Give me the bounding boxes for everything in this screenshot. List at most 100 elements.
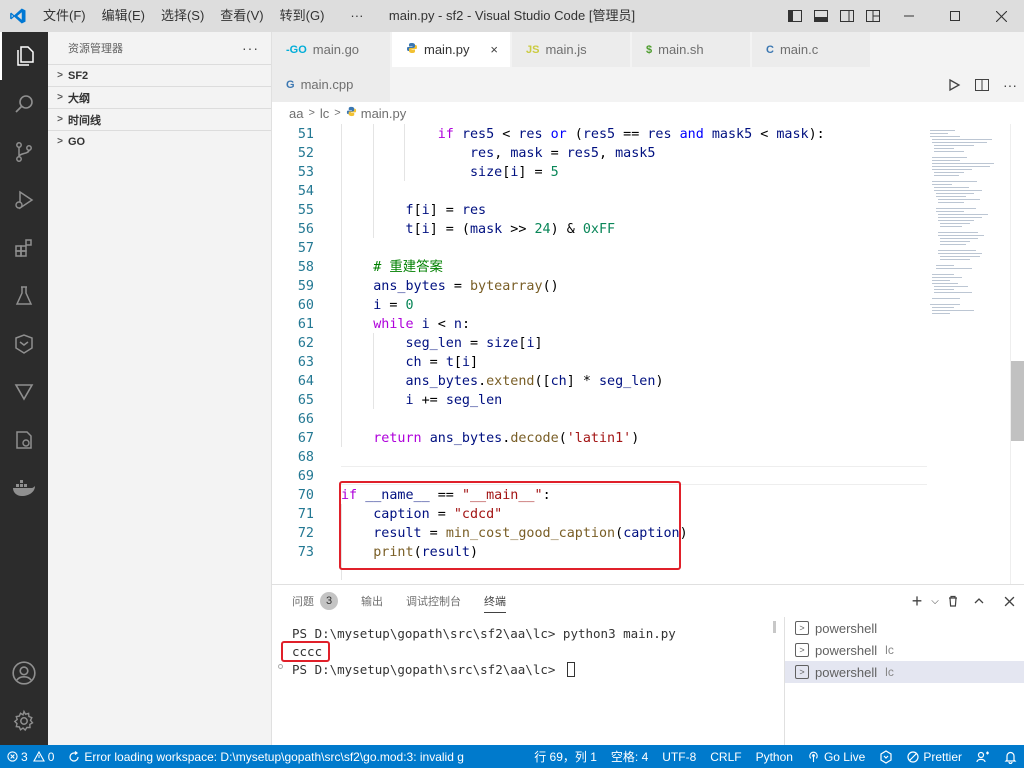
encoding-status[interactable]: UTF-8 bbox=[655, 745, 703, 768]
chevron-right-icon: > bbox=[334, 107, 341, 119]
code-line: 73 print(result) bbox=[272, 543, 927, 562]
sidebar-title: 资源管理器 bbox=[68, 43, 123, 55]
minimap-line bbox=[934, 289, 954, 290]
editor-scrollbar[interactable] bbox=[1010, 124, 1024, 584]
terminal-item[interactable]: > powershell lc bbox=[785, 639, 1024, 661]
more-actions-icon[interactable]: ··· bbox=[996, 67, 1024, 102]
problems-status[interactable]: 3 0 bbox=[0, 745, 61, 768]
testing-icon[interactable] bbox=[0, 272, 48, 320]
prettier-status[interactable]: Prettier bbox=[900, 745, 969, 768]
indentation-status[interactable]: 空格: 4 bbox=[604, 745, 655, 768]
menu-item[interactable]: 选择(S) bbox=[153, 0, 212, 32]
code-line: 65 i += seg_len bbox=[272, 391, 927, 410]
cursor-position-status[interactable]: 行 69，列 1 bbox=[527, 745, 604, 768]
toggle-panel-icon[interactable] bbox=[808, 0, 834, 32]
close-window-button[interactable] bbox=[978, 0, 1024, 32]
section-timeline[interactable]: > 时间线 bbox=[48, 108, 271, 130]
toggle-secondary-sidebar-icon[interactable] bbox=[834, 0, 860, 32]
run-file-icon[interactable] bbox=[940, 67, 968, 102]
accounts-feedback-icon[interactable] bbox=[969, 745, 997, 768]
remote-container-icon[interactable] bbox=[0, 416, 48, 464]
run-debug-icon[interactable] bbox=[0, 176, 48, 224]
menu-item[interactable]: ··· bbox=[342, 0, 371, 32]
breadcrumb-item[interactable]: lc bbox=[320, 106, 329, 121]
go-live-status[interactable]: Go Live bbox=[800, 745, 872, 768]
minimap-line bbox=[938, 250, 976, 251]
minimap-line bbox=[940, 241, 970, 242]
c-file-icon: C bbox=[766, 43, 774, 56]
terminal-item[interactable]: > powershell bbox=[785, 617, 1024, 639]
chevron-right-icon: > bbox=[57, 92, 63, 103]
maximize-button[interactable] bbox=[932, 0, 978, 32]
terminal-scrollbar[interactable] bbox=[773, 621, 776, 633]
code-line: 66 bbox=[272, 410, 927, 429]
tab-main-js[interactable]: JS main.js bbox=[512, 32, 631, 67]
menu-item[interactable]: 转到(G) bbox=[272, 0, 333, 32]
search-icon[interactable] bbox=[0, 80, 48, 128]
explorer-icon[interactable] bbox=[0, 32, 48, 80]
split-editor-icon[interactable] bbox=[968, 67, 996, 102]
code-text: if __name__ == "__main__": bbox=[341, 488, 551, 503]
remote-explorer-icon[interactable] bbox=[0, 320, 48, 368]
tab-output[interactable]: 输出 bbox=[361, 585, 383, 617]
terminal-icon: > bbox=[795, 621, 809, 635]
tab-terminal[interactable]: 终端 bbox=[484, 585, 506, 617]
section-go[interactable]: > GO bbox=[48, 130, 271, 152]
cpp-file-icon: G bbox=[286, 78, 295, 91]
notifications-bell-icon[interactable] bbox=[997, 745, 1024, 768]
minimap-line bbox=[940, 226, 962, 227]
toggle-sidebar-icon[interactable] bbox=[782, 0, 808, 32]
docker-icon[interactable] bbox=[0, 464, 48, 512]
close-tab-icon[interactable]: × bbox=[490, 42, 498, 57]
tab-main-go[interactable]: -GO main.go bbox=[272, 32, 391, 67]
minimap[interactable] bbox=[927, 124, 1010, 584]
code-line: 51 if res5 < res or (res5 == res and mas… bbox=[272, 125, 927, 144]
source-control-icon[interactable] bbox=[0, 128, 48, 176]
section-outline[interactable]: > 大纲 bbox=[48, 86, 271, 108]
eol-status[interactable]: CRLF bbox=[703, 745, 748, 768]
tab-main-sh[interactable]: $ main.sh bbox=[632, 32, 751, 67]
minimap-line bbox=[932, 139, 992, 140]
code-line: 61 while i < n: bbox=[272, 315, 927, 334]
menu-item[interactable]: 编辑(E) bbox=[94, 0, 153, 32]
tab-problems[interactable]: 问题 3 bbox=[292, 585, 338, 617]
account-icon[interactable] bbox=[0, 649, 48, 697]
terminal-output[interactable]: PS D:\mysetup\gopath\src\sf2\aa\lc> pyth… bbox=[272, 617, 784, 746]
chevron-down-icon[interactable]: ⌵ bbox=[928, 585, 942, 617]
extension-status-icon[interactable] bbox=[872, 745, 900, 768]
tab-debug-console[interactable]: 调试控制台 bbox=[406, 585, 461, 617]
menu-item[interactable]: 文件(F) bbox=[35, 0, 94, 32]
new-terminal-icon[interactable]: + bbox=[906, 585, 928, 617]
minimap-line bbox=[934, 151, 964, 152]
breadcrumb-item[interactable]: aa bbox=[289, 106, 303, 121]
close-panel-icon[interactable] bbox=[994, 585, 1024, 617]
vscode-logo-icon[interactable] bbox=[0, 0, 35, 32]
menu-item[interactable]: 查看(V) bbox=[212, 0, 271, 32]
maximize-panel-icon[interactable] bbox=[964, 585, 994, 617]
go-outline-icon[interactable] bbox=[0, 368, 48, 416]
extensions-icon[interactable] bbox=[0, 224, 48, 272]
tab-main-py[interactable]: main.py × bbox=[392, 32, 511, 67]
breadcrumb-item[interactable]: main.py bbox=[361, 106, 407, 121]
settings-gear-icon[interactable] bbox=[0, 697, 48, 745]
terminal-item[interactable]: > powershell lc bbox=[785, 661, 1024, 683]
customize-layout-icon[interactable] bbox=[860, 0, 886, 32]
bottom-panel: 问题 3 输出 调试控制台 终端 + ⌵ PS D:\mysetup\gopath… bbox=[272, 584, 1024, 746]
minimap-line bbox=[938, 199, 980, 200]
more-actions-icon[interactable]: ··· bbox=[242, 40, 259, 56]
line-number: 60 bbox=[297, 298, 314, 313]
editor-scrollbar-thumb[interactable] bbox=[1011, 361, 1024, 441]
language-mode-status[interactable]: Python bbox=[749, 745, 800, 768]
minimap-line bbox=[932, 157, 967, 158]
kill-terminal-icon[interactable] bbox=[942, 585, 964, 617]
code-editor[interactable]: 51 if res5 < res or (res5 == res and mas… bbox=[272, 124, 927, 584]
title-controls bbox=[782, 0, 1024, 32]
minimize-button[interactable] bbox=[886, 0, 932, 32]
tab-main-c[interactable]: Cmain.c bbox=[752, 32, 871, 67]
section-sf2[interactable]: > SF2 bbox=[48, 64, 271, 86]
python-file-icon bbox=[346, 106, 357, 120]
tab-main-cpp[interactable]: Gmain.cpp bbox=[272, 67, 391, 102]
line-number: 69 bbox=[297, 469, 314, 484]
workspace-error-status[interactable]: Error loading workspace: D:\mysetup\gopa… bbox=[61, 745, 471, 768]
circle-slash-icon bbox=[907, 750, 919, 763]
